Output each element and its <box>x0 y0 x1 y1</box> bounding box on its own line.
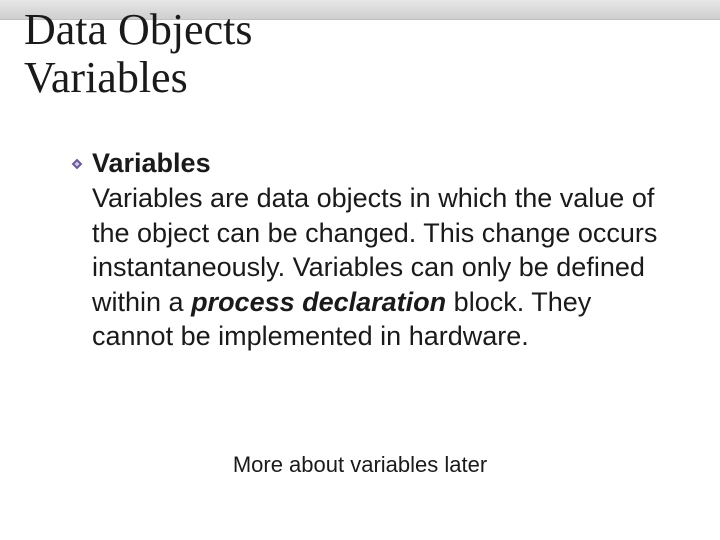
content-area: Variables Variables are data objects in … <box>70 148 672 354</box>
body-paragraph: Variables are data objects in which the … <box>92 181 672 354</box>
footer-note: More about variables later <box>0 452 720 478</box>
body-emphasis: process declaration <box>191 287 446 317</box>
diamond-bullet-icon <box>70 157 84 171</box>
title-line-1: Data Objects <box>24 5 252 54</box>
bullet-item: Variables <box>70 148 672 179</box>
slide-title: Data Objects Variables <box>24 6 252 101</box>
title-line-2: Variables <box>24 53 188 102</box>
bullet-label: Variables <box>92 148 211 179</box>
